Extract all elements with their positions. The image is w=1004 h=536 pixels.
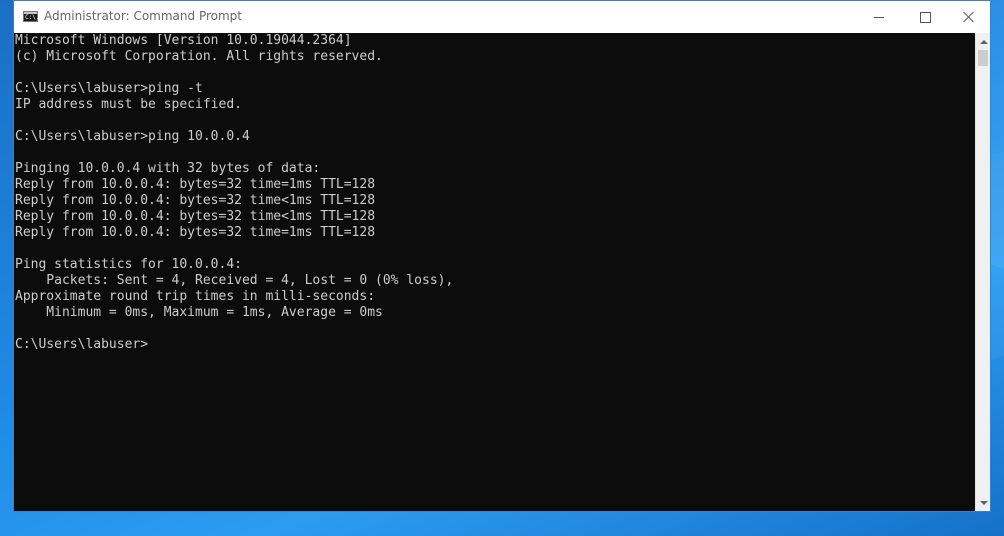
cmd-icon[interactable]: C:\. xyxy=(23,11,40,22)
vertical-scrollbar[interactable] xyxy=(975,33,990,511)
console-line: C:\Users\labuser>ping -t xyxy=(15,81,203,96)
console-line: Reply from 10.0.0.4: bytes=32 time=1ms T… xyxy=(15,225,376,240)
scroll-down-arrow-icon xyxy=(979,500,988,505)
console-line: Reply from 10.0.0.4: bytes=32 time<1ms T… xyxy=(15,193,376,208)
console-line: Minimum = 0ms, Maximum = 1ms, Average = … xyxy=(15,305,383,320)
maximize-button[interactable] xyxy=(902,1,948,33)
console-output[interactable]: Microsoft Windows [Version 10.0.19044.23… xyxy=(14,33,975,511)
console-line: Pinging 10.0.0.4 with 32 bytes of data: xyxy=(15,161,321,176)
console-line: Approximate round trip times in milli-se… xyxy=(15,289,376,304)
console-line: Reply from 10.0.0.4: bytes=32 time=1ms T… xyxy=(15,177,376,192)
minimize-button[interactable] xyxy=(856,1,902,33)
console-prompt-line[interactable]: C:\Users\labuser> xyxy=(15,337,975,353)
maximize-icon xyxy=(919,11,931,23)
console-line: Ping statistics for 10.0.0.4: xyxy=(15,257,242,272)
console-line: Reply from 10.0.0.4: bytes=32 time<1ms T… xyxy=(15,209,376,224)
cmd-icon-glyph: C:\. xyxy=(25,14,40,21)
minimize-icon xyxy=(874,16,884,18)
console-line: (c) Microsoft Corporation. All rights re… xyxy=(15,49,383,64)
close-button[interactable] xyxy=(946,1,992,33)
console-text: Microsoft Windows [Version 10.0.19044.23… xyxy=(14,33,975,353)
command-prompt-window[interactable]: C:\. Administrator: Command Prompt Micro… xyxy=(13,0,991,512)
console-line: Microsoft Windows [Version 10.0.19044.23… xyxy=(15,33,352,48)
scroll-up-arrow-icon xyxy=(979,39,988,44)
console-line: IP address must be specified. xyxy=(15,97,242,112)
scroll-down-button[interactable] xyxy=(976,494,991,511)
console-line: C:\Users\labuser>ping 10.0.0.4 xyxy=(15,129,250,144)
window-title: Administrator: Command Prompt xyxy=(44,9,242,23)
close-icon xyxy=(963,11,975,23)
scroll-up-button[interactable] xyxy=(976,33,991,50)
title-bar[interactable]: C:\. Administrator: Command Prompt xyxy=(14,1,990,33)
console-line: Packets: Sent = 4, Received = 4, Lost = … xyxy=(15,273,454,288)
scrollbar-thumb[interactable] xyxy=(978,50,988,66)
